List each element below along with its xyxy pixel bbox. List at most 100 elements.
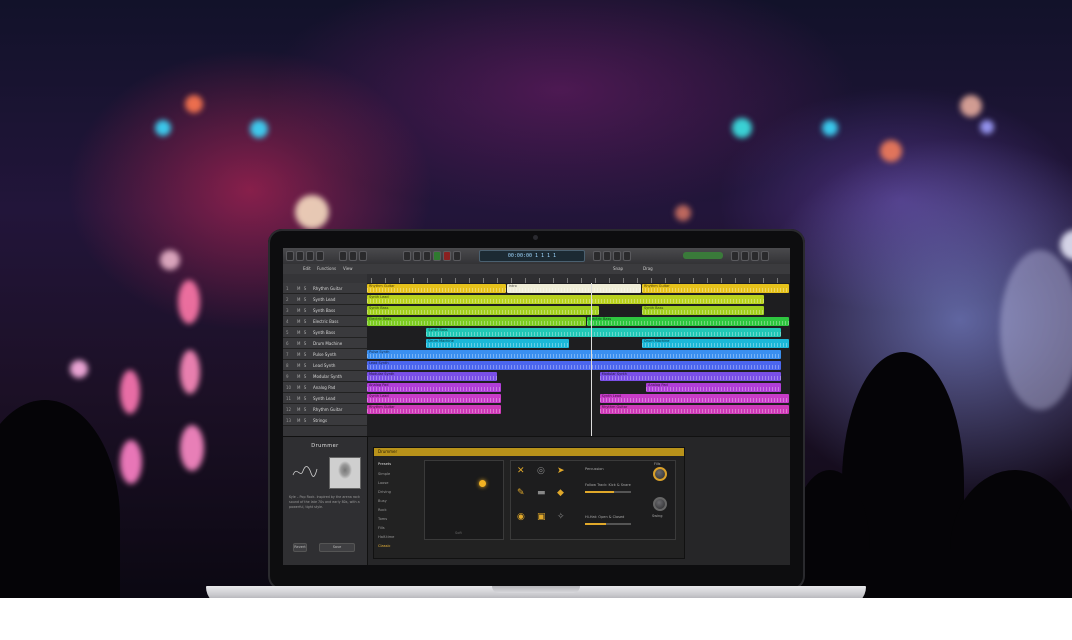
mute-solo-icons[interactable]: M S — [297, 374, 307, 379]
region[interactable]: Drum Machine — [426, 339, 570, 348]
region[interactable]: Modular Synth — [367, 372, 498, 381]
lcd-display[interactable]: 00:00:00 1 1 1 1 — [479, 250, 585, 262]
region[interactable]: Drum Machine — [641, 339, 789, 348]
hihat-icon[interactable]: ✧ — [557, 513, 565, 522]
region[interactable]: Synth Lead — [599, 394, 789, 403]
tracks-area[interactable]: Rhythm Guitar Rhythm Guitar Synth Lead Synt… — [367, 283, 790, 436]
track-header[interactable]: 3 M S Synth Bass — [283, 305, 367, 316]
track-header[interactable]: 10 M S Analog Pad — [283, 382, 367, 393]
rewind-button[interactable] — [403, 251, 411, 261]
tambourine-icon[interactable]: ✎ — [517, 489, 525, 498]
fills-knob[interactable] — [653, 467, 667, 481]
stop-button[interactable] — [423, 251, 431, 261]
editors-button[interactable] — [359, 251, 367, 261]
hihat-slider[interactable] — [585, 523, 631, 525]
mute-solo-icons[interactable]: M S — [297, 286, 307, 291]
region[interactable]: Intro — [506, 284, 641, 293]
mute-solo-icons[interactable]: M S — [297, 341, 307, 346]
list-editors-button[interactable] — [731, 251, 739, 261]
region[interactable]: Synth Lead — [367, 295, 764, 304]
preset-item[interactable]: Loose — [376, 479, 422, 488]
save-button[interactable]: Save — [319, 543, 355, 552]
region[interactable]: Modular Synth — [599, 372, 781, 381]
region[interactable]: Electric Bass — [586, 317, 789, 326]
mute-solo-icons[interactable]: M S — [297, 297, 307, 302]
revert-button[interactable]: Revert — [293, 543, 307, 552]
region[interactable]: Rhythm Guitar — [599, 405, 789, 414]
play-button[interactable] — [433, 251, 441, 261]
mute-solo-icons[interactable]: M S — [297, 308, 307, 313]
forward-button[interactable] — [413, 251, 421, 261]
region[interactable]: Synth Lead — [367, 394, 502, 403]
mute-solo-icons[interactable]: M S — [297, 319, 307, 324]
region[interactable]: Rhythm Guitar — [641, 284, 789, 293]
preset-item[interactable]: Fills — [376, 524, 422, 533]
region[interactable]: Pulse Synth — [367, 350, 781, 359]
xy-pad[interactable]: Soft — [424, 460, 504, 540]
playhead[interactable] — [591, 283, 592, 436]
track-header[interactable]: 12 M S Rhythm Guitar — [283, 404, 367, 415]
drag-menu[interactable]: Drag — [643, 266, 653, 271]
view-menu[interactable]: View — [343, 266, 353, 271]
mute-solo-icons[interactable]: M S — [297, 330, 307, 335]
mute-solo-icons[interactable]: M S — [297, 352, 307, 357]
clap-icon[interactable]: ▬ — [537, 489, 546, 498]
track-header[interactable]: 9 M S Modular Synth — [283, 371, 367, 382]
region[interactable]: Analog Pad — [367, 383, 502, 392]
track-header[interactable]: 5 M S Synth Bass — [283, 327, 367, 338]
snap-menu[interactable]: Snap — [613, 266, 623, 271]
preset-item[interactable]: Half-time — [376, 533, 422, 542]
tuner-button[interactable] — [593, 251, 601, 261]
mute-solo-icons[interactable]: M S — [297, 396, 307, 401]
functions-menu[interactable]: Functions — [317, 266, 336, 271]
region[interactable]: Rhythm Guitar — [367, 405, 502, 414]
count-in-button[interactable] — [613, 251, 621, 261]
track-header[interactable]: 8 M S Lead Synth — [283, 360, 367, 371]
region[interactable]: Lead Synth — [367, 361, 781, 370]
region[interactable]: Synth Bass — [426, 328, 781, 337]
track-header[interactable]: 11 M S Synth Lead — [283, 393, 367, 404]
xy-puck[interactable] — [479, 480, 486, 487]
edit-menu[interactable]: Edit — [303, 266, 311, 271]
region[interactable]: Rhythm Guitar — [367, 284, 506, 293]
browsers-button[interactable] — [761, 251, 769, 261]
cymbals-icon[interactable]: ✕ — [517, 467, 525, 476]
swing-knob[interactable] — [653, 497, 667, 511]
preset-item[interactable]: Rock — [376, 506, 422, 515]
inspector-button[interactable] — [296, 251, 304, 261]
preset-item[interactable]: Simple — [376, 470, 422, 479]
preset-item[interactable]: Driving — [376, 488, 422, 497]
cowbell-icon[interactable]: ◆ — [557, 489, 564, 498]
region[interactable]: Electric Bass — [367, 317, 586, 326]
region[interactable]: Analog Pad — [646, 383, 781, 392]
kick-icon[interactable]: ◉ — [517, 513, 525, 522]
track-header[interactable]: 2 M S Synth Lead — [283, 294, 367, 305]
kick-snare-slider[interactable] — [585, 491, 631, 493]
help-button[interactable] — [306, 251, 314, 261]
track-header[interactable]: 4 M S Electric Bass — [283, 316, 367, 327]
track-header[interactable]: 13 M S Strings — [283, 415, 367, 426]
toms-icon[interactable]: ◎ — [537, 467, 545, 476]
region[interactable]: Synth Bass — [641, 306, 764, 315]
solo-button[interactable] — [603, 251, 611, 261]
preset-item[interactable]: Classic — [376, 542, 422, 551]
mute-solo-icons[interactable]: M S — [297, 407, 307, 412]
snare-icon[interactable]: ▣ — [537, 513, 546, 522]
mute-solo-icons[interactable]: M S — [297, 418, 307, 423]
mixer-button[interactable] — [349, 251, 357, 261]
loop-browser-button[interactable] — [751, 251, 759, 261]
track-header[interactable]: 7 M S Pulse Synth — [283, 349, 367, 360]
preset-item[interactable]: Busy — [376, 497, 422, 506]
notepad-button[interactable] — [741, 251, 749, 261]
region[interactable]: Synth Bass — [367, 306, 599, 315]
smart-controls-button[interactable] — [339, 251, 347, 261]
drummer-portrait[interactable] — [329, 457, 361, 489]
metronome-button[interactable] — [623, 251, 631, 261]
record-button[interactable] — [443, 251, 451, 261]
mute-solo-icons[interactable]: M S — [297, 363, 307, 368]
toolbar-button[interactable] — [316, 251, 324, 261]
mute-solo-icons[interactable]: M S — [297, 385, 307, 390]
track-header[interactable]: 1 M S Rhythm Guitar — [283, 283, 367, 294]
track-header[interactable]: 6 M S Drum Machine — [283, 338, 367, 349]
cycle-button[interactable] — [453, 251, 461, 261]
